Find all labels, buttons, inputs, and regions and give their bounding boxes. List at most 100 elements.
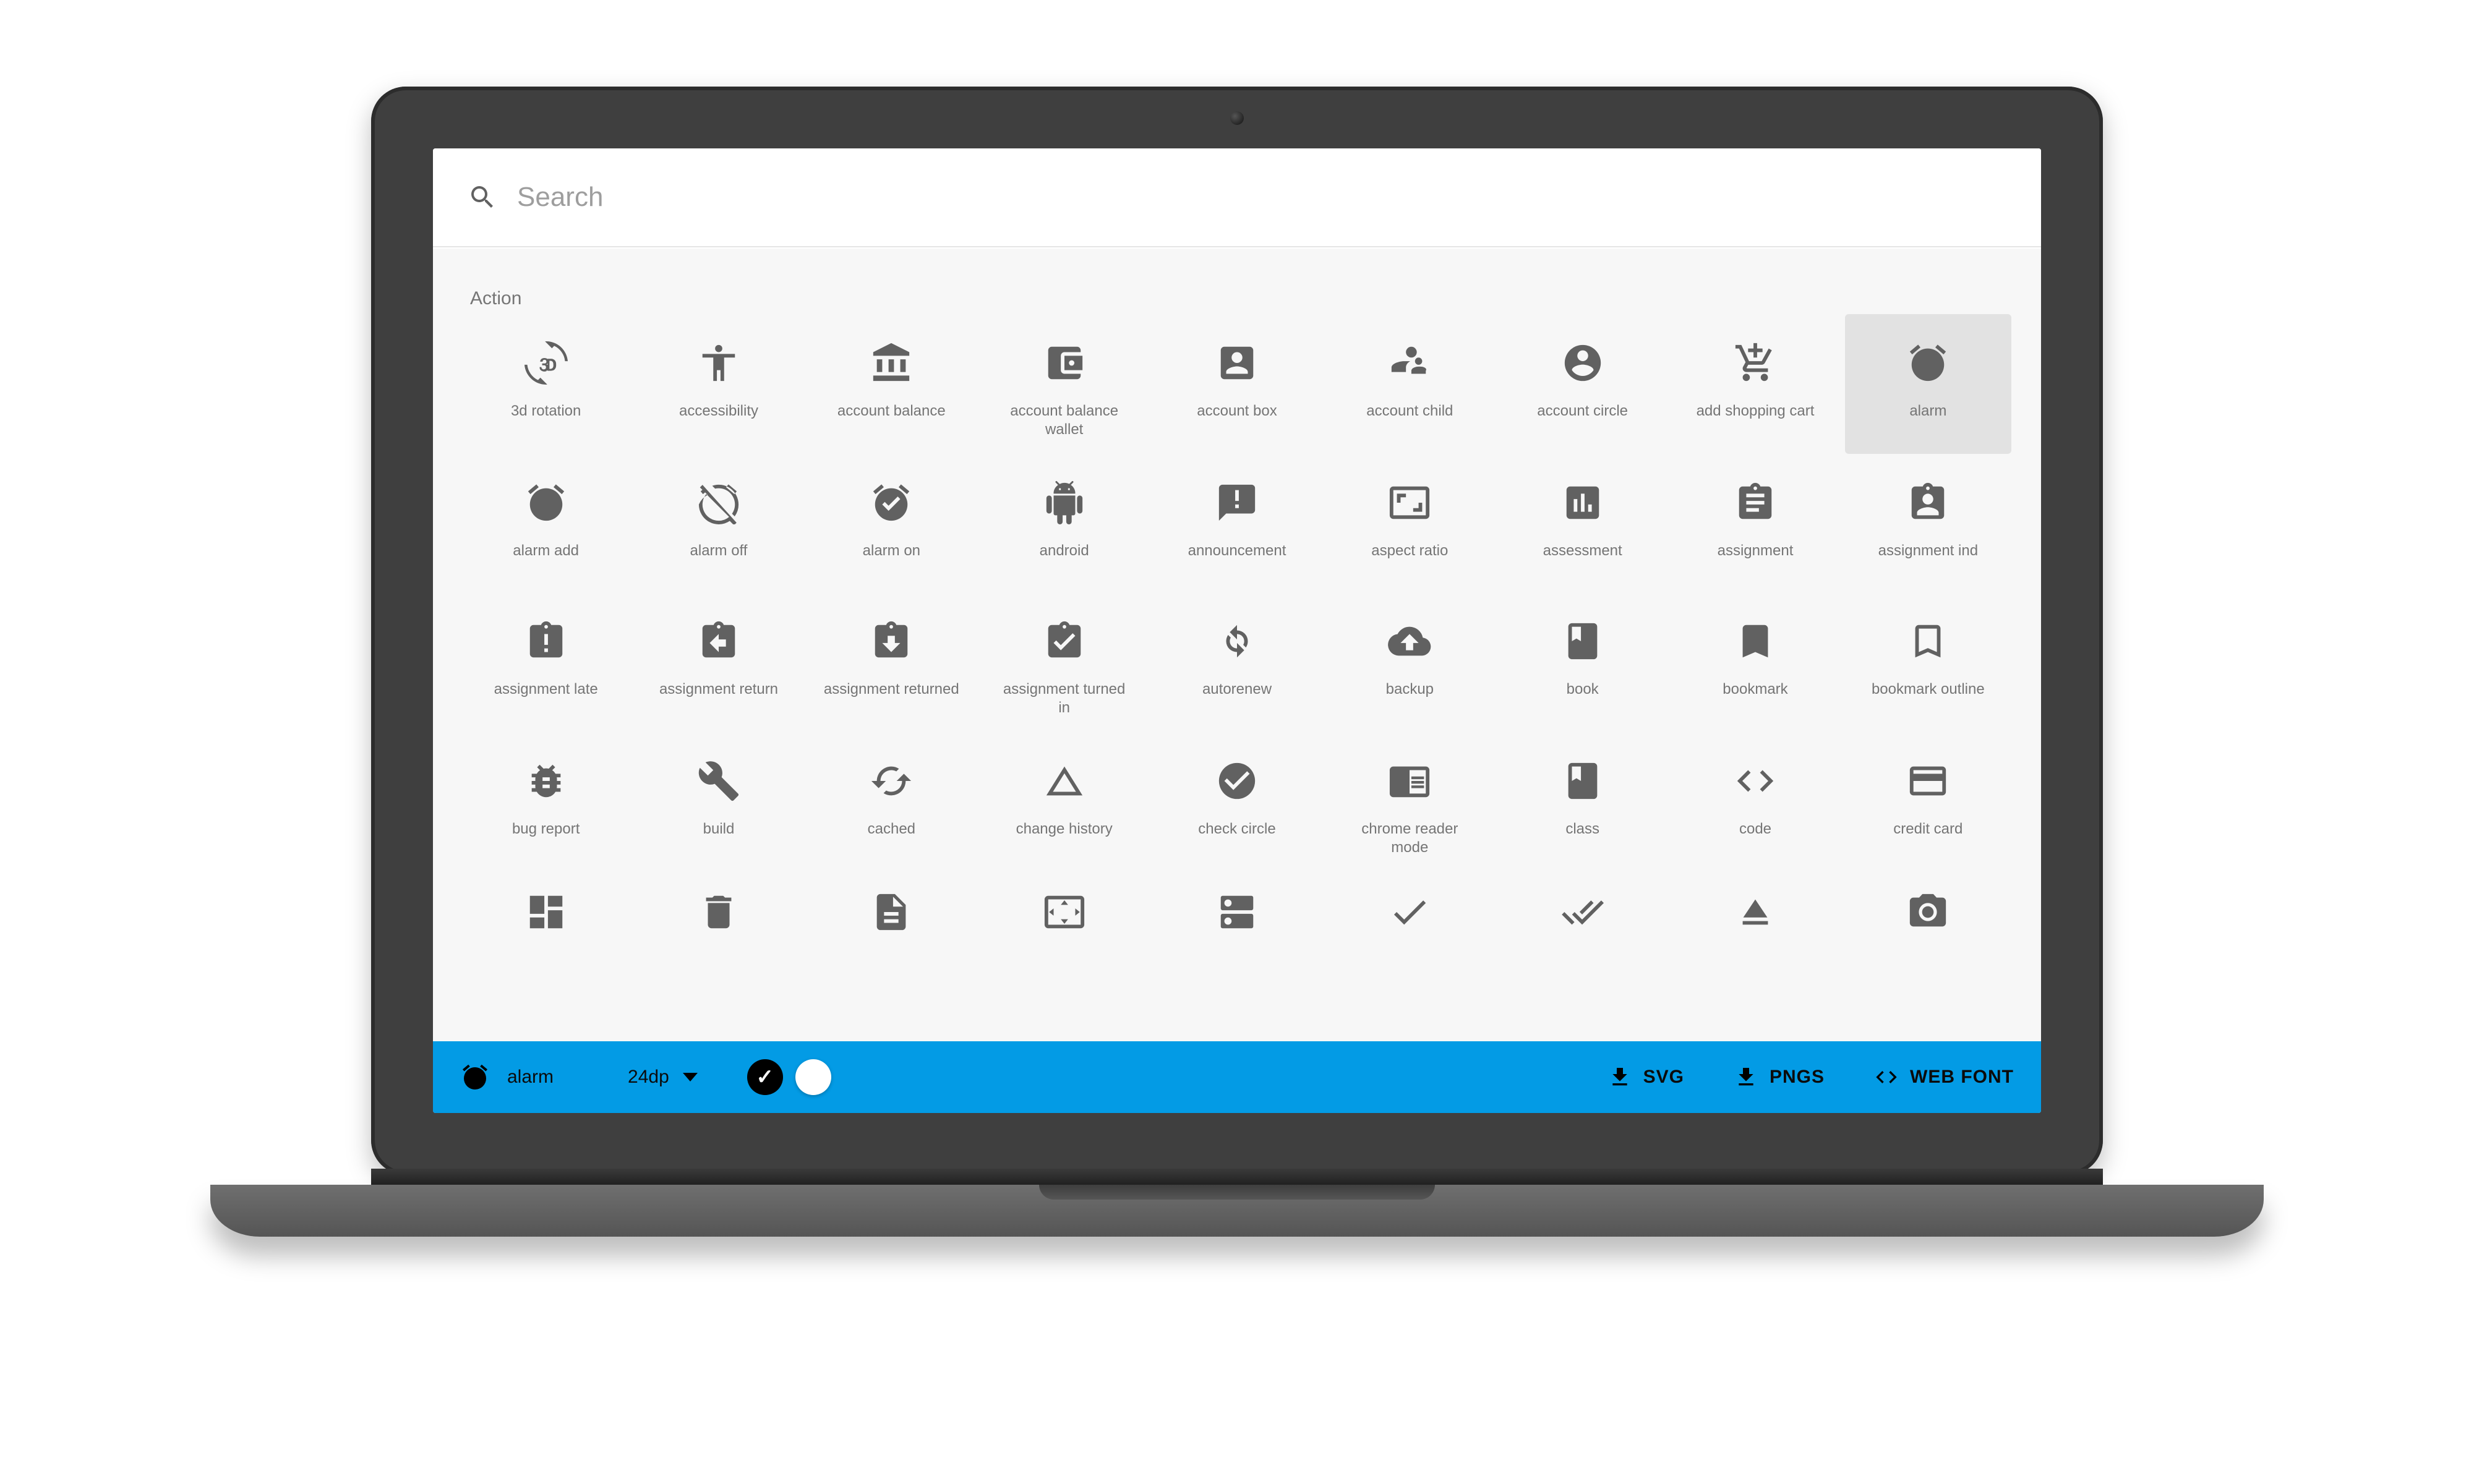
icon-grid: 3d rotationaccessibilityaccount balancea…: [463, 314, 2011, 934]
icon-tile-3d-rotation[interactable]: 3d rotation: [463, 314, 629, 454]
icon-tile-credit-card[interactable]: credit card: [1845, 732, 2011, 872]
icon-tile-account-circle[interactable]: account circle: [1499, 314, 1666, 454]
icon-tile-dns[interactable]: [981, 872, 1147, 934]
icon-tile-done-all[interactable]: [1499, 872, 1666, 934]
icon-tile-cached[interactable]: cached: [808, 732, 975, 872]
icon-tile-eject[interactable]: [1672, 872, 1838, 934]
icon-label: cached: [868, 820, 915, 856]
icon-tile-assignment-turned-in[interactable]: assignment turned in: [981, 592, 1147, 732]
icon-tile-bug-report[interactable]: bug report: [463, 732, 629, 872]
icon-label: assignment turned in: [996, 680, 1132, 717]
search-icon: [468, 182, 497, 212]
icon-tile-assignment-returned[interactable]: assignment returned: [808, 592, 975, 732]
dashboard-icon: [524, 890, 568, 934]
chevron-down-icon: [683, 1073, 698, 1081]
icon-label: chrome reader mode: [1342, 820, 1478, 857]
icon-tile-class[interactable]: class: [1499, 732, 1666, 872]
download-pngs-button[interactable]: PNGS: [1734, 1065, 1825, 1090]
search-input[interactable]: [517, 182, 2006, 213]
chrome-reader-mode-icon: [1388, 759, 1431, 803]
download-svg-button[interactable]: SVG: [1607, 1065, 1684, 1090]
icon-tile-aspect-ratio[interactable]: aspect ratio: [1327, 454, 1493, 592]
icon-label: 3d rotation: [511, 402, 581, 438]
icon-tile-announcement[interactable]: announcement: [1154, 454, 1320, 592]
download-bar: alarm 24dp ✓ SVG PNGS: [433, 1041, 2041, 1113]
download-pngs-label: PNGS: [1770, 1067, 1825, 1088]
icon-tile-alarm-off[interactable]: alarm off: [635, 454, 802, 592]
icon-tile-dashboard[interactable]: [463, 872, 629, 934]
icon-label: check circle: [1198, 820, 1275, 856]
laptop-hinge: [371, 1169, 2103, 1185]
icon-tile-book[interactable]: book: [1499, 592, 1666, 732]
download-svg-label: SVG: [1643, 1067, 1684, 1088]
account-box-icon: [1215, 341, 1259, 385]
icon-label: account box: [1197, 402, 1277, 438]
download-webfont-button[interactable]: WEB FONT: [1874, 1065, 2014, 1090]
icon-tile-delete[interactable]: [635, 872, 802, 934]
alarm-icon: [460, 1062, 490, 1092]
icon-tile-assignment-ind[interactable]: assignment ind: [1845, 454, 2011, 592]
color-swatch-black[interactable]: ✓: [747, 1059, 783, 1095]
icon-tile-done[interactable]: [1327, 872, 1493, 934]
icon-tile-bookmark[interactable]: bookmark: [1672, 592, 1838, 732]
icon-tile-android[interactable]: android: [981, 454, 1147, 592]
icon-tile-description[interactable]: [808, 872, 975, 934]
icon-tile-chrome-reader-mode[interactable]: chrome reader mode: [1327, 732, 1493, 872]
download-icon: [1734, 1065, 1758, 1090]
assignment-icon: [1734, 481, 1777, 524]
download-webfont-label: WEB FONT: [1910, 1067, 2014, 1088]
icon-tile-bookmark-outline[interactable]: bookmark outline: [1845, 592, 2011, 732]
icon-tile-assignment-return[interactable]: assignment return: [635, 592, 802, 732]
backup-icon: [1388, 620, 1431, 663]
assignment-turned-in-icon: [1043, 620, 1086, 663]
credit-card-icon: [1906, 759, 1950, 803]
code-icon: [1874, 1065, 1899, 1090]
icon-tile-account-child[interactable]: account child: [1327, 314, 1493, 454]
laptop-lid: Action 3d rotationaccessibilityaccount b…: [371, 87, 2103, 1175]
icon-label: alarm add: [513, 542, 579, 578]
assignment-ind-icon: [1906, 481, 1950, 524]
done-all-icon: [1561, 890, 1604, 934]
icon-tile-storage[interactable]: [1154, 872, 1320, 934]
laptop-base: [210, 1185, 2264, 1237]
icon-tile-alarm-add[interactable]: alarm add: [463, 454, 629, 592]
account-circle-icon: [1561, 341, 1604, 385]
icon-tile-code[interactable]: code: [1672, 732, 1838, 872]
icon-tile-add-shopping-cart[interactable]: add shopping cart: [1672, 314, 1838, 454]
icon-tile-account-balance-wallet[interactable]: account balance wallet: [981, 314, 1147, 454]
icon-tile-assessment[interactable]: assessment: [1499, 454, 1666, 592]
icon-tile-account-balance[interactable]: account balance: [808, 314, 975, 454]
icon-label: assignment ind: [1878, 542, 1978, 578]
alarm-add-icon: [524, 481, 568, 524]
icon-tile-check-circle[interactable]: check circle: [1154, 732, 1320, 872]
icon-tile-assignment[interactable]: assignment: [1672, 454, 1838, 592]
icon-tile-build[interactable]: build: [635, 732, 802, 872]
icon-label: credit card: [1893, 820, 1963, 856]
add-shopping-cart-icon: [1734, 341, 1777, 385]
account-balance-icon: [870, 341, 913, 385]
icon-tile-alarm[interactable]: alarm: [1845, 314, 2011, 454]
icon-tile-alarm-on[interactable]: alarm on: [808, 454, 975, 592]
icon-label: autorenew: [1202, 680, 1272, 716]
color-swatch-white[interactable]: [795, 1059, 831, 1095]
search-bar: [433, 148, 2041, 247]
icon-tile-assignment-late[interactable]: assignment late: [463, 592, 629, 732]
icon-label: assignment return: [659, 680, 778, 716]
icon-tile-change-history[interactable]: change history: [981, 732, 1147, 872]
icon-tile-accessibility[interactable]: accessibility: [635, 314, 802, 454]
assessment-icon: [1561, 481, 1604, 524]
change-history-icon: [1043, 759, 1086, 803]
icon-label: account circle: [1537, 402, 1628, 438]
delete-icon: [697, 890, 740, 934]
icon-tile-account-box[interactable]: account box: [1154, 314, 1320, 454]
icon-tile-backup[interactable]: backup: [1327, 592, 1493, 732]
icon-tile-camera-alt[interactable]: [1845, 872, 2011, 934]
icon-tile-autorenew[interactable]: autorenew: [1154, 592, 1320, 732]
icon-label: change history: [1016, 820, 1113, 856]
size-selector[interactable]: 24dp: [628, 1067, 698, 1088]
icon-label: code: [1739, 820, 1771, 856]
icon-label: alarm: [1909, 402, 1946, 438]
alarm-icon: [1906, 341, 1950, 385]
icon-label: assignment: [1718, 542, 1794, 578]
icon-label: alarm off: [690, 542, 748, 578]
